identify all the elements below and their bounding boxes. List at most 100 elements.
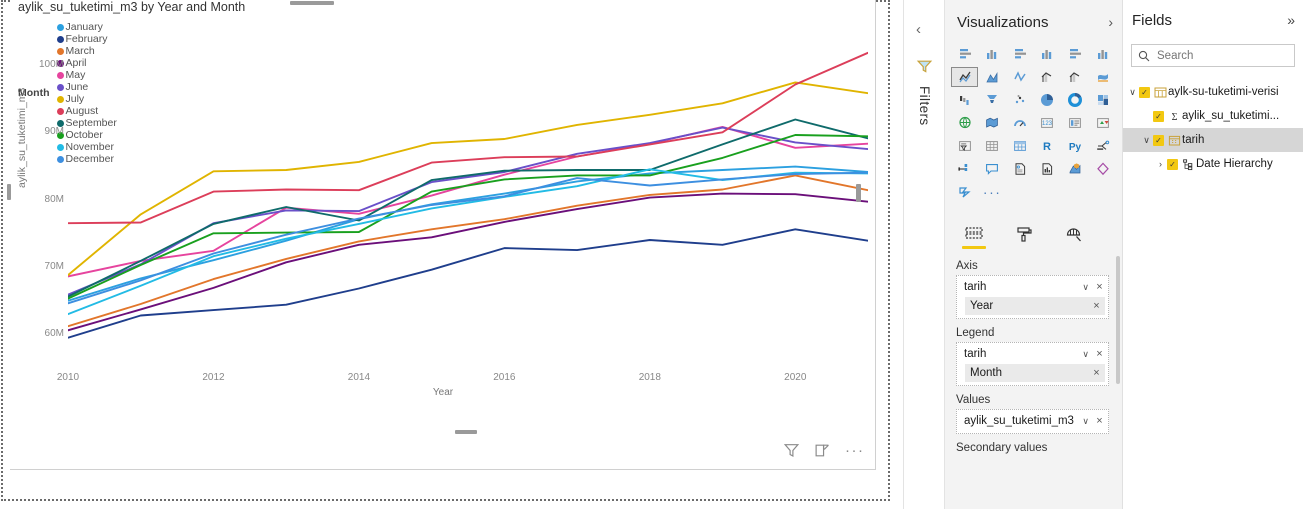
waterfall-chart-icon[interactable]: [951, 90, 978, 110]
visual-footer-toolbar[interactable]: ···: [783, 442, 865, 459]
chevron-down-icon[interactable]: ∨: [1082, 416, 1089, 427]
fields-tree-item-aylik-su-tuketimi[interactable]: ✓ Σaylik_su_tuketimi...: [1123, 104, 1303, 128]
visual-more-options-button[interactable]: ···: [845, 443, 865, 458]
power-automate-icon[interactable]: [951, 182, 978, 202]
well-dropzone-axis[interactable]: tarih ∨ × Year ×: [956, 275, 1109, 319]
line-series-july[interactable]: [68, 81, 868, 277]
treemap-icon[interactable]: [1089, 90, 1116, 110]
line-series-february[interactable]: [68, 228, 868, 339]
chevron-right-icon[interactable]: ›: [1154, 159, 1167, 169]
chevron-down-icon[interactable]: ∨: [1126, 87, 1139, 98]
100-percent-stacked-column-chart-icon[interactable]: [1089, 44, 1116, 64]
chevron-down-icon[interactable]: ∨: [1140, 135, 1153, 146]
stacked-bar-chart-icon[interactable]: [951, 44, 978, 64]
funnel-chart-icon[interactable]: [979, 90, 1006, 110]
fields-pane[interactable]: Fields » ∨✓aylk-su-tuketimi-verisi✓Σayli…: [1123, 0, 1303, 509]
well-field-month[interactable]: Month ×: [965, 364, 1105, 382]
resize-handle-left[interactable]: [7, 184, 11, 200]
power-apps-icon[interactable]: [1089, 159, 1116, 179]
format-tab[interactable]: [1011, 222, 1037, 246]
more-visuals-button[interactable]: ···: [979, 182, 1006, 202]
matrix-icon[interactable]: [1006, 136, 1033, 156]
field-checkbox[interactable]: ✓: [1139, 86, 1150, 98]
paginated-report-icon[interactable]: [1006, 159, 1033, 179]
pie-chart-icon[interactable]: [1034, 90, 1061, 110]
smart-narrative-icon[interactable]: [1034, 159, 1061, 179]
resize-handle-right[interactable]: [856, 184, 861, 202]
fields-tree-item-date-hierarchy[interactable]: › ✓ Date Hierarchy: [1123, 152, 1303, 176]
map-icon[interactable]: [951, 113, 978, 133]
visualizations-expand-button[interactable]: ›: [1108, 14, 1113, 30]
key-influencers-icon[interactable]: [951, 159, 978, 179]
clustered-bar-chart-icon[interactable]: [1006, 44, 1033, 64]
search-input[interactable]: [1155, 48, 1285, 63]
resize-handle-top[interactable]: [290, 1, 334, 5]
well-field-tarih[interactable]: tarih ∨ ×: [957, 345, 1108, 363]
well-dropzone-legend[interactable]: tarih ∨ × Month ×: [956, 342, 1109, 386]
well-field-aylik_su_tuketimi_m3[interactable]: aylik_su_tuketimi_m3 ∨ ×: [957, 412, 1108, 430]
well-dropzone-values[interactable]: aylik_su_tuketimi_m3 ∨ ×: [956, 409, 1109, 434]
remove-field-icon[interactable]: ×: [1095, 281, 1104, 293]
line-chart-icon[interactable]: [951, 67, 978, 87]
100-percent-stacked-bar-chart-icon[interactable]: [1062, 44, 1089, 64]
remove-field-icon[interactable]: ×: [1092, 300, 1101, 312]
analytics-tab[interactable]: [1061, 222, 1087, 246]
line-series-june[interactable]: [68, 126, 868, 296]
python-visual-icon[interactable]: Py: [1062, 136, 1089, 156]
field-checkbox[interactable]: ✓: [1167, 158, 1178, 170]
arcgis-map-icon[interactable]: [1062, 159, 1089, 179]
filters-pane-collapsed[interactable]: ‹ Filters: [903, 0, 945, 509]
remove-field-icon[interactable]: ×: [1092, 367, 1101, 379]
report-canvas[interactable]: aylik_su_tuketimi_m3 by Year and Month M…: [0, 0, 900, 509]
chevron-down-icon[interactable]: ∨: [1082, 282, 1089, 293]
table-icon[interactable]: [979, 136, 1006, 156]
line-chart-visual-container[interactable]: aylik_su_tuketimi_m3 by Year and Month M…: [1, 0, 890, 501]
filter-funnel-icon[interactable]: [783, 442, 800, 459]
kpi-icon[interactable]: [1089, 113, 1116, 133]
well-field-tarih[interactable]: tarih ∨ ×: [957, 278, 1108, 296]
chart-lines[interactable]: [68, 38, 868, 368]
fields-tree-item-aylk-su-tuketimi-verisi[interactable]: ∨ ✓ aylk-su-tuketimi-verisi: [1123, 80, 1303, 104]
fields-tree[interactable]: ∨ ✓ aylk-su-tuketimi-verisi ✓ Σaylik_su_tuke…: [1123, 80, 1303, 176]
remove-field-icon[interactable]: ×: [1095, 415, 1104, 427]
fields-tree-item-tarih[interactable]: ∨ ✓ tarih: [1123, 128, 1303, 152]
field-wells[interactable]: Axis tarih ∨ × Year × Legend tarih ∨ × Month × Value…: [945, 252, 1123, 509]
slicer-icon[interactable]: [951, 136, 978, 156]
stacked-area-chart-icon[interactable]: [1006, 67, 1033, 87]
scatter-chart-icon[interactable]: [1006, 90, 1033, 110]
q-and-a-icon[interactable]: [979, 159, 1006, 179]
field-well-tabs[interactable]: [945, 218, 1123, 250]
field-wells-scrollbar[interactable]: [1116, 256, 1120, 384]
line-series-august[interactable]: [68, 51, 868, 225]
r-script-visual-icon[interactable]: R: [1034, 136, 1061, 156]
visualizations-pane[interactable]: Visualizations › 123 R Py ··· Axis tarih…: [945, 0, 1123, 509]
stacked-column-chart-icon[interactable]: [979, 44, 1006, 64]
fields-search-box[interactable]: [1131, 44, 1295, 67]
field-checkbox[interactable]: ✓: [1153, 110, 1164, 122]
visual-type-gallery[interactable]: 123 R Py ···: [951, 44, 1117, 202]
line-series-november[interactable]: [68, 168, 868, 316]
chevron-down-icon[interactable]: ∨: [1082, 349, 1089, 360]
filters-collapse-button[interactable]: ‹: [916, 22, 921, 37]
well-field-year[interactable]: Year ×: [965, 297, 1105, 315]
multi-row-card-icon[interactable]: [1062, 113, 1089, 133]
resize-handle-bottom[interactable]: [455, 430, 477, 434]
decomposition-tree-icon[interactable]: [1089, 136, 1116, 156]
line-series-september[interactable]: [68, 118, 868, 298]
gauge-icon[interactable]: [1006, 113, 1033, 133]
line-and-stacked-column-chart-icon[interactable]: [1034, 67, 1061, 87]
remove-field-icon[interactable]: ×: [1095, 348, 1104, 360]
filled-map-icon[interactable]: [979, 113, 1006, 133]
area-chart-icon[interactable]: [979, 67, 1006, 87]
clustered-column-chart-icon[interactable]: [1034, 44, 1061, 64]
line-and-clustered-column-chart-icon[interactable]: [1062, 67, 1089, 87]
donut-chart-icon[interactable]: [1062, 90, 1089, 110]
focus-mode-icon[interactable]: [814, 442, 831, 459]
field-checkbox[interactable]: ✓: [1153, 134, 1164, 146]
fields-expand-button[interactable]: »: [1287, 12, 1295, 28]
line-chart-visual[interactable]: aylik_su_tuketimi_m3 by Year and Month M…: [10, 0, 876, 470]
ribbon-chart-icon[interactable]: [1089, 67, 1116, 87]
fields-tab[interactable]: [961, 222, 987, 249]
legend-item-january[interactable]: January: [56, 21, 117, 33]
card-icon[interactable]: 123: [1034, 113, 1061, 133]
